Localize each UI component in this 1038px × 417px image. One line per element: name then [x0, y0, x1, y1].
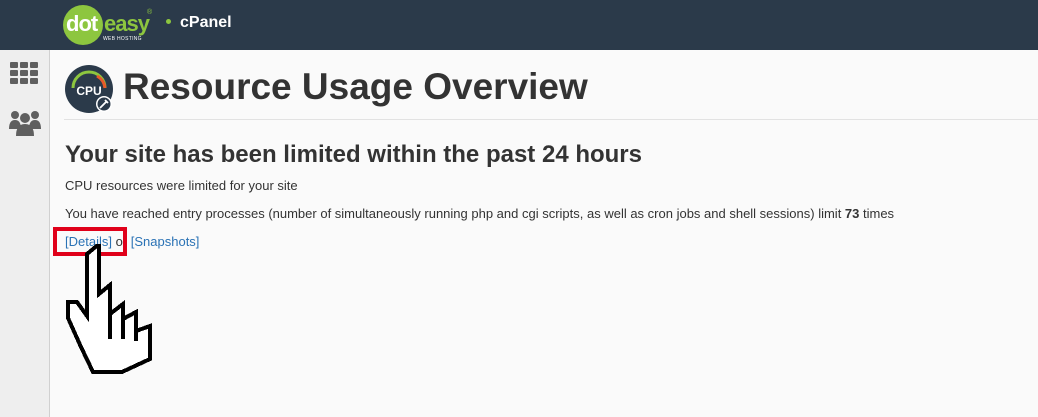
- cpu-icon: CPU: [64, 64, 114, 114]
- entry-message-suffix: times: [859, 206, 895, 221]
- grid-icon[interactable]: [10, 62, 38, 84]
- dot-easy-logo[interactable]: dot easy ® WEB HOSTING: [63, 5, 153, 45]
- entry-processes-message: You have reached entry processes (number…: [65, 206, 894, 221]
- title-divider: [64, 119, 1038, 120]
- hand-cursor-icon: [60, 239, 170, 379]
- cpu-limit-message: CPU resources were limited for your site: [65, 178, 298, 193]
- main-content: CPU Resource Usage Overview Your site ha…: [50, 50, 1038, 417]
- limit-heading: Your site has been limited within the pa…: [65, 141, 642, 168]
- separator-dot: [166, 19, 171, 24]
- cpu-icon-label: CPU: [76, 84, 101, 98]
- logo-text-dot: dot: [66, 11, 98, 36]
- logo-subtitle: WEB HOSTING: [103, 36, 142, 42]
- page-title: Resource Usage Overview: [123, 66, 588, 107]
- cpanel-brand[interactable]: cPanel: [180, 14, 232, 32]
- entry-message-prefix: You have reached entry processes (number…: [65, 206, 845, 221]
- logo-trademark: ®: [147, 9, 153, 16]
- entry-count: 73: [844, 206, 860, 221]
- sidebar: [0, 50, 50, 417]
- logo-text-easy: easy: [104, 11, 150, 36]
- users-icon[interactable]: [9, 107, 41, 137]
- top-bar: dot easy ® WEB HOSTING cPanel: [0, 0, 1038, 50]
